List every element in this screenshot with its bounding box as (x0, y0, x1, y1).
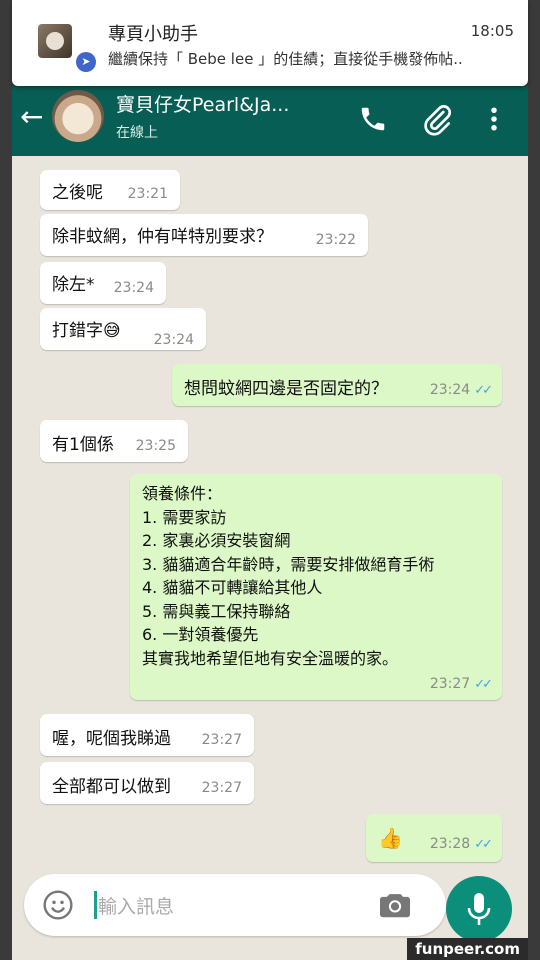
message-incoming[interactable]: 之後呢 23:21 (40, 170, 180, 210)
message-text: 除非蚊網，仲有咩特別要求？ (52, 227, 273, 247)
message-text: 喔，呢個我睇過 (52, 729, 171, 749)
message-input-bar[interactable]: 輸入訊息 (24, 874, 446, 936)
watermark: funpeer.com (407, 938, 528, 960)
notification-title: 專頁小助手 (108, 24, 198, 45)
message-time: 23:24 (113, 280, 154, 296)
message-text: 想問蚊網四邊是否固定的？ (184, 379, 388, 399)
thumbs-up-emoji: 👍 (378, 826, 403, 850)
notification-time: 18:05 (470, 22, 514, 40)
message-incoming[interactable]: 全部都可以做到 23:27 (40, 762, 254, 804)
notification-body: 繼續保持「 Bebe lee 」的佳績；直接從手機發佈帖.. (108, 50, 463, 68)
contact-name[interactable]: 寶貝仔女Pearl&Ja... (116, 90, 289, 117)
message-outgoing-adoption-terms[interactable]: 領養條件： 1. 需要家訪 2. 家裏必須安裝窗網 3. 貓貓適合年齡時，需要安… (130, 474, 502, 700)
message-time: 23:27 (201, 732, 242, 748)
list-item: 1. 需要家訪 (142, 507, 227, 527)
list-item: 4. 貓貓不可轉讓給其他人 (142, 578, 323, 597)
message-time: 23:24 (429, 382, 471, 398)
message-time: 23:22 (315, 232, 356, 248)
notification-card[interactable]: ➤ 專頁小助手 18:05 繼續保持「 Bebe lee 」的佳績；直接從手機發… (12, 0, 528, 86)
message-text: 全部都可以做到 (52, 777, 171, 797)
message-incoming[interactable]: 除左* 23:24 (40, 262, 166, 304)
message-incoming[interactable]: 有1個係 23:25 (40, 420, 188, 462)
message-input[interactable]: 輸入訊息 (98, 892, 174, 919)
camera-icon[interactable] (378, 890, 412, 920)
back-arrow-icon[interactable]: ← (20, 100, 43, 133)
paperclip-icon[interactable] (422, 104, 454, 136)
list-item: 2. 家裏必須安裝窗網 (142, 531, 291, 550)
message-text: 之後呢 (52, 183, 103, 203)
chat-window: ← 寶貝仔女Pearl&Ja... 在線上 之後呢 23:21 除非蚊網，仲有咩… (12, 86, 528, 960)
message-text: 除左* (52, 275, 95, 295)
list-item: 5. 需與義工保持聯絡 (142, 601, 291, 621)
message-time: 23:27 (201, 780, 242, 796)
message-time: 23:21 (127, 186, 168, 202)
read-ticks-icon: ✓✓ (474, 837, 493, 852)
read-ticks-icon: ✓✓ (474, 677, 493, 692)
list-item: 6. 一對領養優先 (142, 625, 259, 644)
message-outgoing[interactable]: 👍 23:28 ✓✓ (366, 814, 502, 862)
read-ticks-icon: ✓✓ (474, 383, 493, 398)
message-time: 23:25 (135, 438, 176, 454)
microphone-button[interactable] (446, 876, 512, 942)
message-incoming[interactable]: 除非蚊網，仲有咩特別要求？ 23:22 (40, 214, 368, 256)
contact-avatar[interactable] (52, 90, 104, 142)
list-item: 其實我地希望佢地有安全溫暖的家。 (142, 648, 399, 668)
chat-header: ← 寶貝仔女Pearl&Ja... 在線上 (12, 86, 528, 156)
more-vertical-icon[interactable] (486, 104, 502, 134)
navigation-badge-icon: ➤ (76, 52, 96, 72)
notification-avatar (38, 24, 72, 58)
text-cursor (94, 891, 97, 919)
phone-icon[interactable] (358, 104, 388, 134)
message-text: 打錯字😅 (52, 321, 121, 341)
message-time: 23:27 (429, 676, 471, 692)
message-incoming[interactable]: 打錯字😅 23:24 (40, 308, 206, 350)
message-text: 有1個係 (52, 435, 114, 455)
microphone-icon (467, 893, 491, 925)
list-item: 領養條件： (142, 484, 223, 503)
emoji-icon[interactable] (42, 889, 74, 921)
message-time: 23:28 (429, 836, 471, 852)
message-incoming[interactable]: 喔，呢個我睇過 23:27 (40, 714, 254, 756)
list-item: 3. 貓貓適合年齡時，需要安排做絕育手術 (142, 554, 435, 574)
message-time: 23:24 (153, 332, 194, 348)
message-outgoing[interactable]: 想問蚊網四邊是否固定的？ 23:24 ✓✓ (172, 364, 502, 406)
contact-status: 在線上 (116, 125, 158, 141)
adoption-terms-list: 領養條件： 1. 需要家訪 2. 家裏必須安裝窗網 3. 貓貓適合年齡時，需要安… (142, 482, 434, 670)
